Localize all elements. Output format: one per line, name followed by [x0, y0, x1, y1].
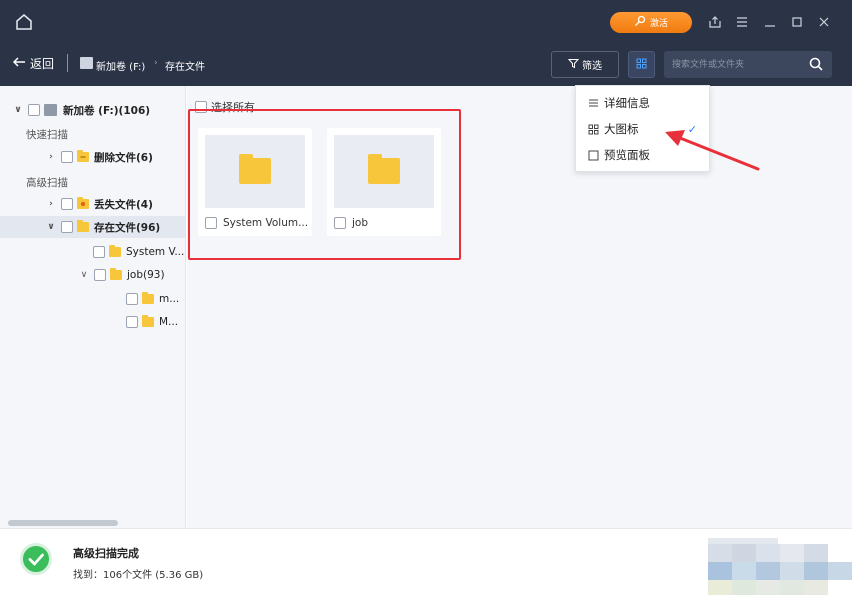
toolbar-divider	[67, 54, 68, 72]
tree-item-label: 存在文件(96)	[94, 221, 161, 234]
folder-icon	[142, 315, 154, 327]
existing-folder-icon	[77, 220, 89, 232]
chevron-down-icon[interactable]: ∨	[45, 222, 57, 232]
checkbox[interactable]	[28, 104, 40, 116]
folder-icon	[110, 268, 122, 280]
tree-item-label: m...	[159, 293, 180, 305]
back-label: 返回	[30, 57, 55, 71]
filter-icon	[567, 58, 580, 72]
folder-icon	[109, 245, 121, 257]
menu-item-label: 详细信息	[604, 96, 650, 110]
search-icon[interactable]	[808, 56, 824, 72]
tree-item-existing[interactable]: ∨ 存在文件(96)	[0, 216, 185, 238]
tree-item-label: System V...	[126, 246, 185, 258]
menu-item-details[interactable]: 详细信息	[576, 90, 709, 116]
chevron-right-icon[interactable]: ›	[45, 152, 57, 162]
deleted-folder-icon	[77, 150, 89, 162]
back-button[interactable]: 返回	[12, 55, 54, 72]
tree-item-label: job(93)	[127, 269, 165, 281]
filter-label: 筛选	[582, 61, 602, 72]
key-icon	[634, 15, 646, 30]
tree-item-deleted[interactable]: › 删除文件(6)	[45, 146, 153, 168]
activate-button[interactable]: 激活	[610, 12, 692, 33]
share-icon[interactable]	[706, 12, 724, 32]
filter-button[interactable]: 筛选	[551, 51, 619, 78]
tree-item-label: 新加卷 (F:)(106)	[63, 104, 151, 117]
checkbox[interactable]	[126, 293, 138, 305]
tree-item-M[interactable]: M...	[122, 311, 178, 333]
grid-icon	[587, 123, 599, 135]
folder-icon	[142, 292, 154, 304]
menu-icon[interactable]	[733, 12, 751, 32]
breadcrumb-drive[interactable]: 新加卷 (F:)	[96, 58, 145, 73]
scan-status-detail: 找到：106个文件 (5.36 GB)	[73, 570, 204, 581]
grid-view-icon	[636, 58, 647, 72]
drive-icon	[80, 57, 93, 69]
panel-icon	[587, 149, 599, 161]
annotation-highlight-box	[188, 109, 461, 260]
blurred-region	[690, 536, 852, 595]
quick-scan-label: 快速扫描	[26, 129, 68, 141]
advanced-scan-label: 高级扫描	[26, 177, 68, 189]
tree-item-drive[interactable]: ∨ 新加卷 (F:)(106)	[12, 99, 150, 121]
scan-status-title: 高级扫描完成	[73, 547, 139, 560]
sidebar-scrollbar-thumb[interactable]	[8, 520, 118, 526]
maximize-icon[interactable]	[788, 12, 806, 32]
tree-item-m[interactable]: m...	[122, 288, 179, 310]
close-icon[interactable]	[815, 12, 833, 32]
tree-item-job[interactable]: ∨ job(93)	[78, 264, 165, 286]
chevron-right-icon[interactable]: ›	[45, 199, 57, 209]
tree-item-label: 删除文件(6)	[94, 151, 153, 164]
drive-icon	[44, 104, 57, 116]
tree-item-label: 丢失文件(4)	[94, 198, 153, 211]
minimize-icon[interactable]	[761, 12, 779, 32]
checkbox[interactable]	[126, 316, 138, 328]
search-box	[664, 51, 832, 78]
tree-item-system-volume[interactable]: System V...	[89, 241, 184, 263]
checkbox[interactable]	[94, 269, 106, 281]
breadcrumb-chevron-icon: ›	[154, 58, 158, 68]
checkbox[interactable]	[93, 246, 105, 258]
chevron-down-icon[interactable]: ∨	[78, 270, 90, 280]
menu-item-label: 大图标	[604, 122, 639, 136]
search-input[interactable]	[672, 57, 802, 73]
checkbox[interactable]	[61, 198, 73, 210]
activate-label: 激活	[649, 19, 668, 29]
view-mode-button[interactable]	[628, 51, 655, 78]
arrow-left-icon	[12, 56, 26, 71]
success-check-icon	[20, 543, 52, 575]
list-icon	[587, 97, 599, 109]
annotation-arrow	[665, 130, 760, 171]
tree-item-label: M...	[159, 316, 179, 328]
checkbox[interactable]	[61, 151, 73, 163]
breadcrumb-current: 存在文件	[165, 62, 205, 73]
menu-item-label: 预览面板	[604, 148, 650, 162]
lost-folder-icon	[77, 197, 89, 209]
checkbox[interactable]	[61, 221, 73, 233]
chevron-down-icon[interactable]: ∨	[12, 105, 24, 115]
home-icon[interactable]	[14, 12, 34, 32]
tree-item-lost[interactable]: › 丢失文件(4)	[45, 193, 153, 215]
